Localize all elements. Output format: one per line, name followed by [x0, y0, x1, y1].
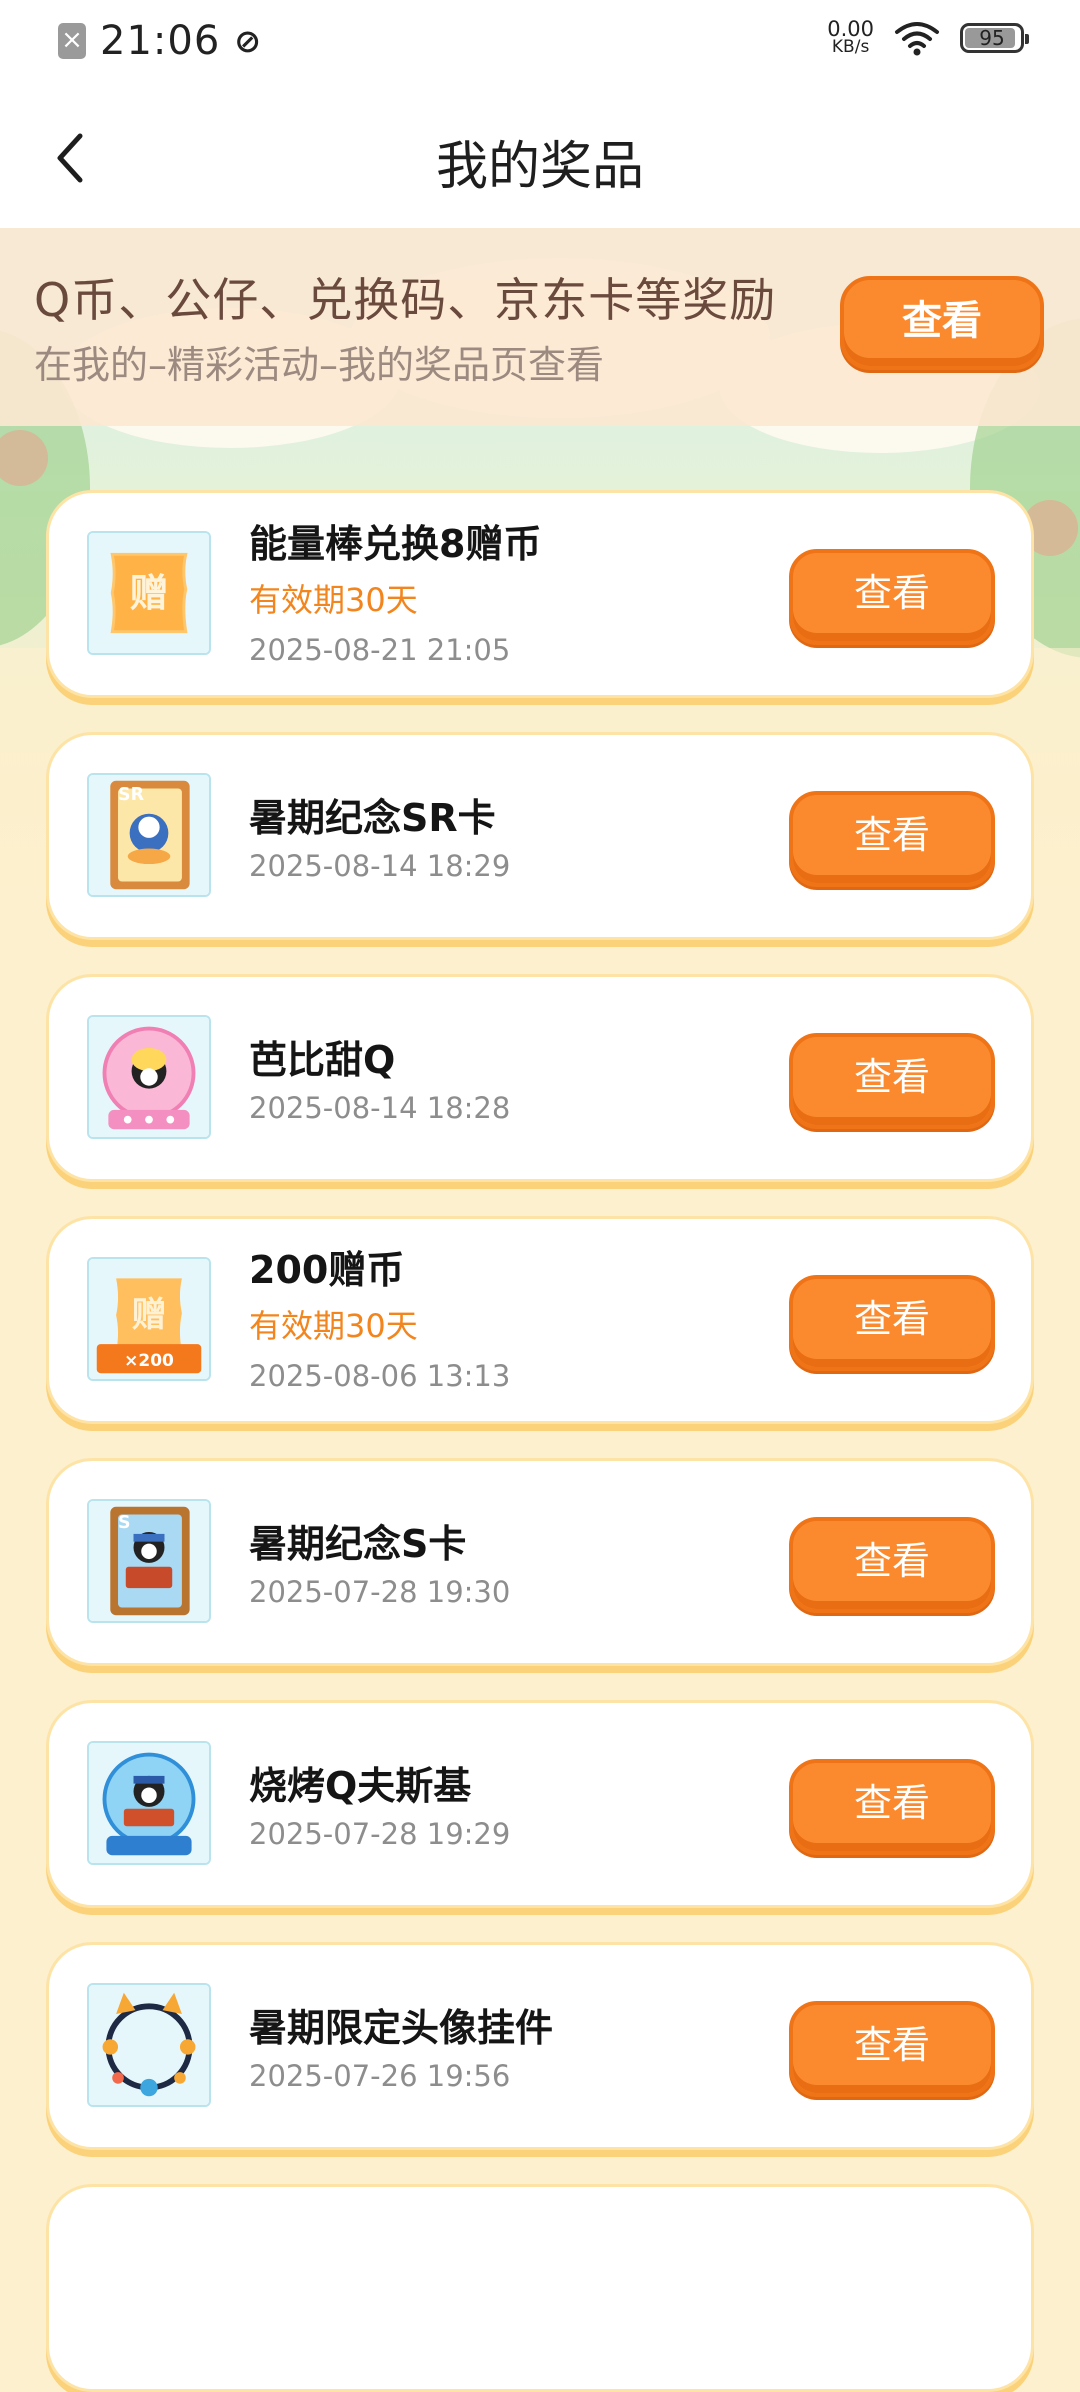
prize-name: 烧烤Q夫斯基 — [249, 1764, 472, 1808]
prize-card-partial — [46, 2184, 1034, 2392]
svg-text:赠: 赠 — [130, 572, 169, 617]
network-speed: 0.00 KB/s — [827, 17, 874, 57]
banner-subtitle: 在我的–精彩活动–我的奖品页查看 — [34, 343, 605, 387]
avatar-frame-icon — [87, 1983, 211, 2107]
nav-header: 我的奖品 — [0, 88, 1080, 228]
banner-view-button[interactable]: 查看 — [840, 276, 1044, 370]
prize-name: 200赠币 — [249, 1248, 405, 1292]
gift-coin-200-icon: 赠 ×200 — [87, 1257, 211, 1381]
prize-card: S 暑期纪念S卡 2025-07-28 19:30 查看 — [46, 1458, 1034, 1666]
prize-card: 赠 能量棒兑换8赠币 有效期30天 2025-08-21 21:05 查看 — [46, 490, 1034, 698]
prize-view-button[interactable]: 查看 — [789, 1275, 995, 1371]
battery-level: 95 — [979, 26, 1005, 50]
prize-view-button[interactable]: 查看 — [789, 791, 995, 887]
status-right: 0.00 KB/s 95 — [827, 17, 1029, 57]
prize-date: 2025-07-28 19:30 — [249, 1575, 511, 1609]
wifi-icon — [895, 22, 939, 56]
svg-text:S: S — [118, 1513, 131, 1533]
prize-card: 赠 ×200 200赠币 有效期30天 2025-08-06 13:13 查看 — [46, 1216, 1034, 1424]
prize-view-button[interactable]: 查看 — [789, 1517, 995, 1613]
prize-date: 2025-08-21 21:05 — [249, 633, 511, 667]
banner-title: Q币、公仔、兑换码、京东卡等奖励 — [34, 273, 777, 327]
prize-validity: 有效期30天 — [249, 581, 418, 619]
no-signal-icon: ⊘ — [234, 22, 262, 60]
prize-name: 暑期纪念SR卡 — [249, 796, 496, 840]
snow-globe-blue-icon — [87, 1741, 211, 1865]
rewards-notice-banner: Q币、公仔、兑换码、京东卡等奖励 在我的–精彩活动–我的奖品页查看 查看 — [0, 228, 1080, 426]
prize-date: 2025-08-06 13:13 — [249, 1359, 511, 1393]
prize-name: 暑期限定头像挂件 — [249, 2006, 554, 2050]
status-bar: 21:06 ⊘ 0.00 KB/s 95 — [0, 0, 1080, 88]
prize-view-button[interactable]: 查看 — [789, 1759, 995, 1855]
network-speed-unit: KB/s — [831, 37, 870, 57]
prize-card: 烧烤Q夫斯基 2025-07-28 19:29 查看 — [46, 1700, 1034, 1908]
svg-text:SR: SR — [118, 785, 145, 805]
prize-view-button[interactable]: 查看 — [789, 2001, 995, 2097]
prize-date: 2025-08-14 18:29 — [249, 849, 511, 883]
clock: 21:06 — [100, 18, 221, 64]
status-left: 21:06 ⊘ — [58, 18, 261, 64]
prize-date: 2025-08-14 18:28 — [249, 1091, 511, 1125]
svg-text:赠: 赠 — [132, 1296, 167, 1336]
sim-off-icon — [58, 23, 86, 59]
prize-name: 芭比甜Q — [249, 1038, 396, 1082]
snow-globe-pink-icon — [87, 1015, 211, 1139]
prize-name: 暑期纪念S卡 — [249, 1522, 467, 1566]
prize-validity: 有效期30天 — [249, 1307, 418, 1345]
prize-view-button[interactable]: 查看 — [789, 549, 995, 645]
prize-card: 暑期限定头像挂件 2025-07-26 19:56 查看 — [46, 1942, 1034, 2150]
network-speed-value: 0.00 — [827, 17, 874, 41]
prize-name: 能量棒兑换8赠币 — [249, 522, 542, 566]
prize-card: 芭比甜Q 2025-08-14 18:28 查看 — [46, 974, 1034, 1182]
prize-view-button[interactable]: 查看 — [789, 1033, 995, 1129]
sr-card-icon: SR — [87, 773, 211, 897]
coin-badge: ×200 — [124, 1351, 174, 1371]
s-card-icon: S — [87, 1499, 211, 1623]
prize-card: SR 暑期纪念SR卡 2025-08-14 18:29 查看 — [46, 732, 1034, 940]
battery-icon: 95 — [960, 23, 1029, 53]
prize-date: 2025-07-26 19:56 — [249, 2059, 511, 2093]
page-title: 我的奖品 — [435, 137, 644, 197]
prize-date: 2025-07-28 19:29 — [249, 1817, 511, 1851]
gift-coupon-icon: 赠 — [87, 531, 211, 655]
